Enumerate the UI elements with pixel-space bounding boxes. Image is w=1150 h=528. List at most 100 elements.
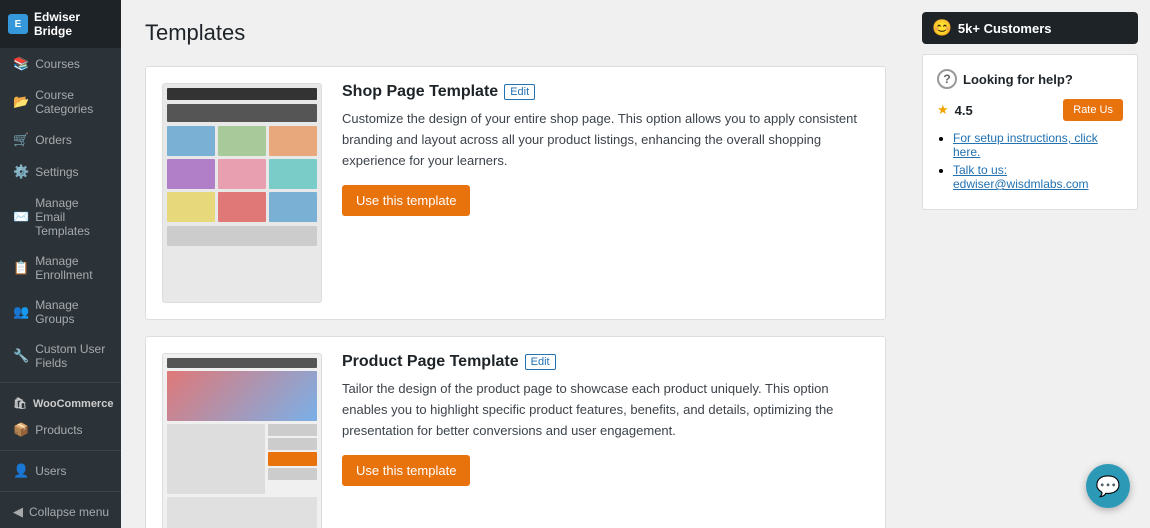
preview-cell	[218, 126, 266, 156]
preview-right	[268, 424, 317, 494]
users-icon: 👤	[13, 463, 29, 479]
preview-hero	[167, 371, 317, 421]
sidebar-item-label: Manage Enrollment	[35, 254, 111, 282]
woocommerce-label: WooCommerce	[33, 398, 113, 410]
shop-use-template-button[interactable]: Use this template	[342, 185, 470, 216]
shop-template-edit-link[interactable]: Edit	[504, 84, 535, 100]
preview-left	[167, 424, 265, 494]
shop-template-name: Shop Page Template Edit	[342, 83, 869, 101]
sidebar-item-label: Custom User Fields	[35, 342, 111, 370]
page-title: Templates	[145, 20, 886, 46]
brand-logo-icon: E	[8, 14, 28, 34]
products-icon: 📦	[13, 422, 29, 438]
preview-header	[167, 88, 317, 100]
preview-line	[268, 468, 317, 480]
sidebar-item-label: Users	[35, 464, 66, 478]
badge-emoji-icon: 😊	[932, 18, 952, 38]
sidebar-item-course-categories[interactable]: 📂 Course Categories	[0, 80, 121, 124]
sidebar-divider-1	[0, 382, 121, 383]
preview-footer	[167, 226, 317, 246]
preview-line	[268, 424, 317, 436]
sidebar-item-settings[interactable]: ⚙️ Settings	[0, 156, 121, 188]
help-link-setup[interactable]: For setup instructions, click here.	[953, 131, 1098, 159]
sidebar-item-label: Courses	[35, 57, 80, 71]
preview-header	[167, 358, 317, 368]
preview-row	[167, 424, 317, 494]
sidebar-item-orders[interactable]: 🛒 Orders	[0, 124, 121, 156]
preview-cell	[167, 159, 215, 189]
collapse-icon: ◀	[13, 504, 23, 520]
sidebar-item-manage-email-templates[interactable]: ✉️ Manage Email Templates	[0, 188, 121, 246]
sidebar-section-woocommerce: 🛍 WooCommerce	[0, 387, 121, 414]
content-wrapper: Templates	[121, 0, 1150, 528]
rating-value: 4.5	[955, 103, 973, 118]
help-link-item-1: For setup instructions, click here.	[953, 131, 1123, 159]
product-use-template-button[interactable]: Use this template	[342, 455, 470, 486]
preview-line	[268, 438, 317, 450]
preview-cell	[167, 192, 215, 222]
sidebar-brand: E Edwiser Bridge	[0, 0, 121, 48]
preview-grid-3	[167, 192, 317, 222]
preview-bottom	[167, 497, 317, 528]
preview-grid-1	[167, 126, 317, 156]
sidebar-item-courses[interactable]: 📚 Courses	[0, 48, 121, 80]
sidebar-item-manage-enrollment[interactable]: 📋 Manage Enrollment	[0, 246, 121, 290]
customers-badge: 😊 5k+ Customers	[922, 12, 1138, 44]
product-template-card: Product Page Template Edit Tailor the de…	[145, 336, 886, 528]
preview-cell	[218, 192, 266, 222]
sidebar-item-collapse[interactable]: ◀ Collapse menu	[0, 496, 121, 528]
shop-template-card: Shop Page Template Edit Customize the de…	[145, 66, 886, 320]
brand-name: Edwiser Bridge	[34, 10, 113, 38]
help-card: ? Looking for help? ★ 4.5 Rate Us For se…	[922, 54, 1138, 210]
help-links-list: For setup instructions, click here. Talk…	[937, 131, 1123, 191]
templates-area: Templates	[121, 0, 910, 528]
sidebar-divider-3	[0, 491, 121, 492]
custom-fields-icon: 🔧	[13, 348, 29, 364]
preview-cell	[269, 126, 317, 156]
preview-cell	[218, 159, 266, 189]
sidebar: E Edwiser Bridge 📚 Courses 📂 Course Cate…	[0, 0, 121, 528]
enrollment-icon: 📋	[13, 260, 29, 276]
settings-icon: ⚙️	[13, 164, 29, 180]
help-question-icon: ?	[937, 69, 957, 89]
help-link-contact[interactable]: Talk to us: edwiser@wisdmlabs.com	[953, 163, 1089, 191]
sidebar-item-label: Collapse menu	[29, 505, 109, 519]
woocommerce-icon: 🛍	[13, 397, 27, 410]
preview-nav	[167, 104, 317, 122]
product-template-description: Tailor the design of the product page to…	[342, 379, 869, 441]
product-template-name: Product Page Template Edit	[342, 353, 869, 371]
product-template-preview	[162, 353, 322, 528]
sidebar-item-users[interactable]: 👤 Users	[0, 455, 121, 487]
star-icon: ★	[937, 102, 949, 118]
courses-icon: 📚	[13, 56, 29, 72]
sidebar-item-manage-groups[interactable]: 👥 Manage Groups	[0, 290, 121, 334]
shop-template-description: Customize the design of your entire shop…	[342, 109, 869, 171]
shop-template-info: Shop Page Template Edit Customize the de…	[342, 83, 869, 303]
product-template-edit-link[interactable]: Edit	[525, 354, 556, 370]
sidebar-item-custom-user-fields[interactable]: 🔧 Custom User Fields	[0, 334, 121, 378]
sidebar-item-label: Manage Groups	[35, 298, 111, 326]
customers-badge-text: 5k+ Customers	[958, 21, 1052, 36]
chat-icon: 💬	[1096, 474, 1121, 499]
sidebar-item-products[interactable]: 📦 Products	[0, 414, 121, 446]
main-area: Templates	[121, 0, 1150, 528]
preview-btn-sm	[268, 452, 317, 466]
help-header: ? Looking for help?	[937, 69, 1123, 89]
sidebar-item-label: Settings	[35, 165, 78, 179]
orders-icon: 🛒	[13, 132, 29, 148]
help-link-item-2: Talk to us: edwiser@wisdmlabs.com	[953, 163, 1123, 191]
groups-icon: 👥	[13, 304, 29, 320]
sidebar-item-label: Orders	[35, 133, 72, 147]
preview-cell	[269, 192, 317, 222]
preview-cell	[269, 159, 317, 189]
categories-icon: 📂	[13, 94, 29, 110]
preview-grid-2	[167, 159, 317, 189]
sidebar-divider-2	[0, 450, 121, 451]
email-icon: ✉️	[13, 209, 29, 225]
rate-us-button[interactable]: Rate Us	[1063, 99, 1123, 121]
shop-template-preview	[162, 83, 322, 303]
help-title: Looking for help?	[963, 72, 1073, 87]
product-template-info: Product Page Template Edit Tailor the de…	[342, 353, 869, 528]
chat-bubble[interactable]: 💬	[1086, 464, 1130, 508]
rating-row: ★ 4.5 Rate Us	[937, 99, 1123, 121]
